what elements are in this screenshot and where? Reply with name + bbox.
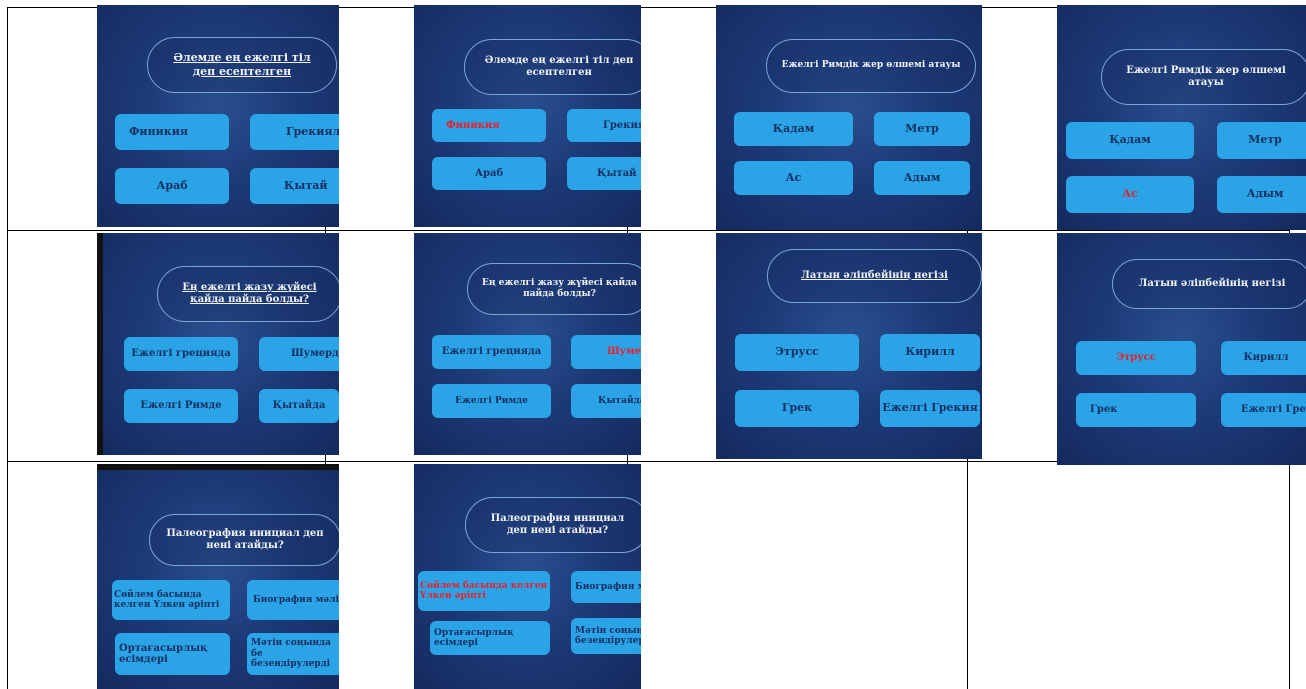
question-bubble: Ең ежелгі жазу жүйесі қайда пайда болды? — [467, 263, 641, 315]
answer-button[interactable]: Биография мәлім — [247, 580, 339, 620]
answer-button[interactable]: Қытайда — [571, 384, 641, 418]
answer-button[interactable]: Ежелгі Грекия — [880, 390, 980, 427]
answer-button[interactable]: Қадам — [1066, 122, 1194, 159]
answer-button[interactable]: Ортағасырлық есімдері — [115, 633, 230, 675]
answer-button[interactable]: Грек — [735, 390, 859, 427]
question-text: Ежелгі Римдік жер өлшемі атауы — [1126, 64, 1286, 89]
answer-button[interactable]: Ас — [734, 161, 853, 195]
answer-button[interactable]: Метр — [1217, 122, 1306, 159]
slide-7: Латын әліпбейінің негізі Этрусс Кирилл Г… — [716, 233, 982, 459]
slide-9: Палеография инициал деп нені атайды? Сөй… — [97, 464, 339, 689]
question-bubble: Латын әліпбейінің негізі — [767, 249, 982, 303]
table-border-row1 — [7, 230, 1289, 231]
question-text: Ең ежелгі жазу жүйесі қайда пайда болды? — [182, 281, 317, 306]
slide-edge — [97, 233, 103, 455]
answer-button[interactable]: Шумерде — [259, 337, 339, 371]
answer-button-selected[interactable]: Этрусс — [1076, 341, 1196, 375]
question-text: Палеография инициал деп нені атайды? — [490, 512, 625, 537]
question-text: Ең ежелгі жазу жүйесі қайда пайда болды? — [482, 277, 637, 299]
answer-button[interactable]: Кирилл — [1221, 341, 1306, 375]
question-bubble: Палеография инициал деп нені атайды? — [149, 514, 339, 566]
question-bubble: Латын әліпбейінің негізі — [1112, 259, 1306, 309]
answer-button[interactable]: Этрусс — [735, 334, 859, 371]
answer-button[interactable]: Мәтін соңында бе безендірулерді — [247, 633, 339, 675]
answer-button[interactable]: Биография мәлім — [571, 571, 641, 603]
answer-button[interactable]: Ежелгі Грекия — [1221, 393, 1306, 427]
question-text: Латын әліпбейінің негізі — [1138, 277, 1286, 289]
slide-6: Ең ежелгі жазу жүйесі қайда пайда болды?… — [414, 233, 641, 455]
question-text: Әлемде ең ежелгі тіл деп есептелген — [484, 54, 634, 79]
answer-button[interactable]: Грекия — [567, 109, 641, 142]
answer-button[interactable]: Грек — [1076, 393, 1196, 427]
answer-button[interactable]: Қытай — [250, 168, 339, 204]
question-text: Әлемде ең ежелгі тіл деп есептелген — [173, 51, 311, 78]
answer-button[interactable]: Мәтін соңын безендірулер — [571, 618, 641, 654]
question-bubble: Әлемде ең ежелгі тіл деп есептелген — [464, 39, 641, 95]
answer-button[interactable]: Ортағасырлық есімдері — [430, 621, 550, 655]
question-bubble: Ең ежелгі жазу жүйесі қайда пайда болды? — [157, 266, 339, 322]
answer-button[interactable]: Кирилл — [880, 334, 980, 371]
slide-2: Әлемде ең ежелгі тіл деп есептелген Фини… — [414, 5, 641, 227]
answer-button-selected[interactable]: Сөйлем басында келген Үлкен әріпті — [418, 571, 550, 611]
answer-button[interactable]: Ежелгі Римде — [124, 389, 238, 423]
answer-button-selected[interactable]: Финикия — [432, 109, 546, 142]
question-bubble: Ежелгі Римдік жер өлшемі атауы — [1101, 49, 1306, 105]
answer-button[interactable]: Араб — [432, 157, 546, 190]
slide-5: Ең ежелгі жазу жүйесі қайда пайда болды?… — [97, 233, 339, 455]
answer-button[interactable]: Грекиялы — [250, 114, 339, 150]
table-border-left — [7, 7, 8, 689]
answer-button[interactable]: Қадам — [734, 112, 853, 146]
question-bubble: Палеография инициал деп нені атайды? — [465, 497, 641, 553]
question-bubble: Ежелгі Римдік жер өлшемі атауы — [766, 39, 976, 93]
answer-button[interactable]: Адым — [874, 161, 970, 195]
answer-button[interactable]: Сөйлем басында келген Үлкен әріпті — [112, 580, 230, 620]
answer-button-selected[interactable]: Ас — [1066, 176, 1194, 213]
answer-button[interactable]: Финикия — [115, 114, 229, 150]
answer-button[interactable]: Араб — [115, 168, 229, 204]
slide-edge — [97, 464, 339, 470]
answer-button[interactable]: Адым — [1217, 176, 1306, 213]
slide-4: Ежелгі Римдік жер өлшемі атауы Қадам Мет… — [1057, 5, 1306, 230]
answer-button[interactable]: Ежелгі грецияда — [432, 335, 551, 369]
slide-8: Латын әліпбейінің негізі Этрусс Кирилл Г… — [1057, 233, 1306, 465]
answer-button-selected[interactable]: Шумерде — [571, 335, 641, 369]
slide-10: Палеография инициал деп нені атайды? Сөй… — [414, 464, 641, 689]
answer-button[interactable]: Қытай — [567, 157, 641, 190]
slide-1: Әлемде ең ежелгі тіл деп есептелген Фини… — [97, 5, 339, 227]
answer-button[interactable]: Метр — [874, 112, 970, 146]
answer-button[interactable]: Ежелгі Римде — [432, 384, 551, 418]
slide-3: Ежелгі Римдік жер өлшемі атауы Қадам Мет… — [716, 5, 982, 230]
answer-button[interactable]: Ежелгі грецияда — [124, 337, 238, 371]
question-text: Ежелгі Римдік жер өлшемі атауы — [781, 60, 961, 71]
question-text: Палеография инициал деп нені атайды? — [166, 527, 324, 552]
question-bubble: Әлемде ең ежелгі тіл деп есептелген — [147, 37, 337, 93]
question-text: Латын әліпбейінің негізі — [801, 269, 948, 281]
answer-button[interactable]: Қытайда — [259, 389, 339, 423]
